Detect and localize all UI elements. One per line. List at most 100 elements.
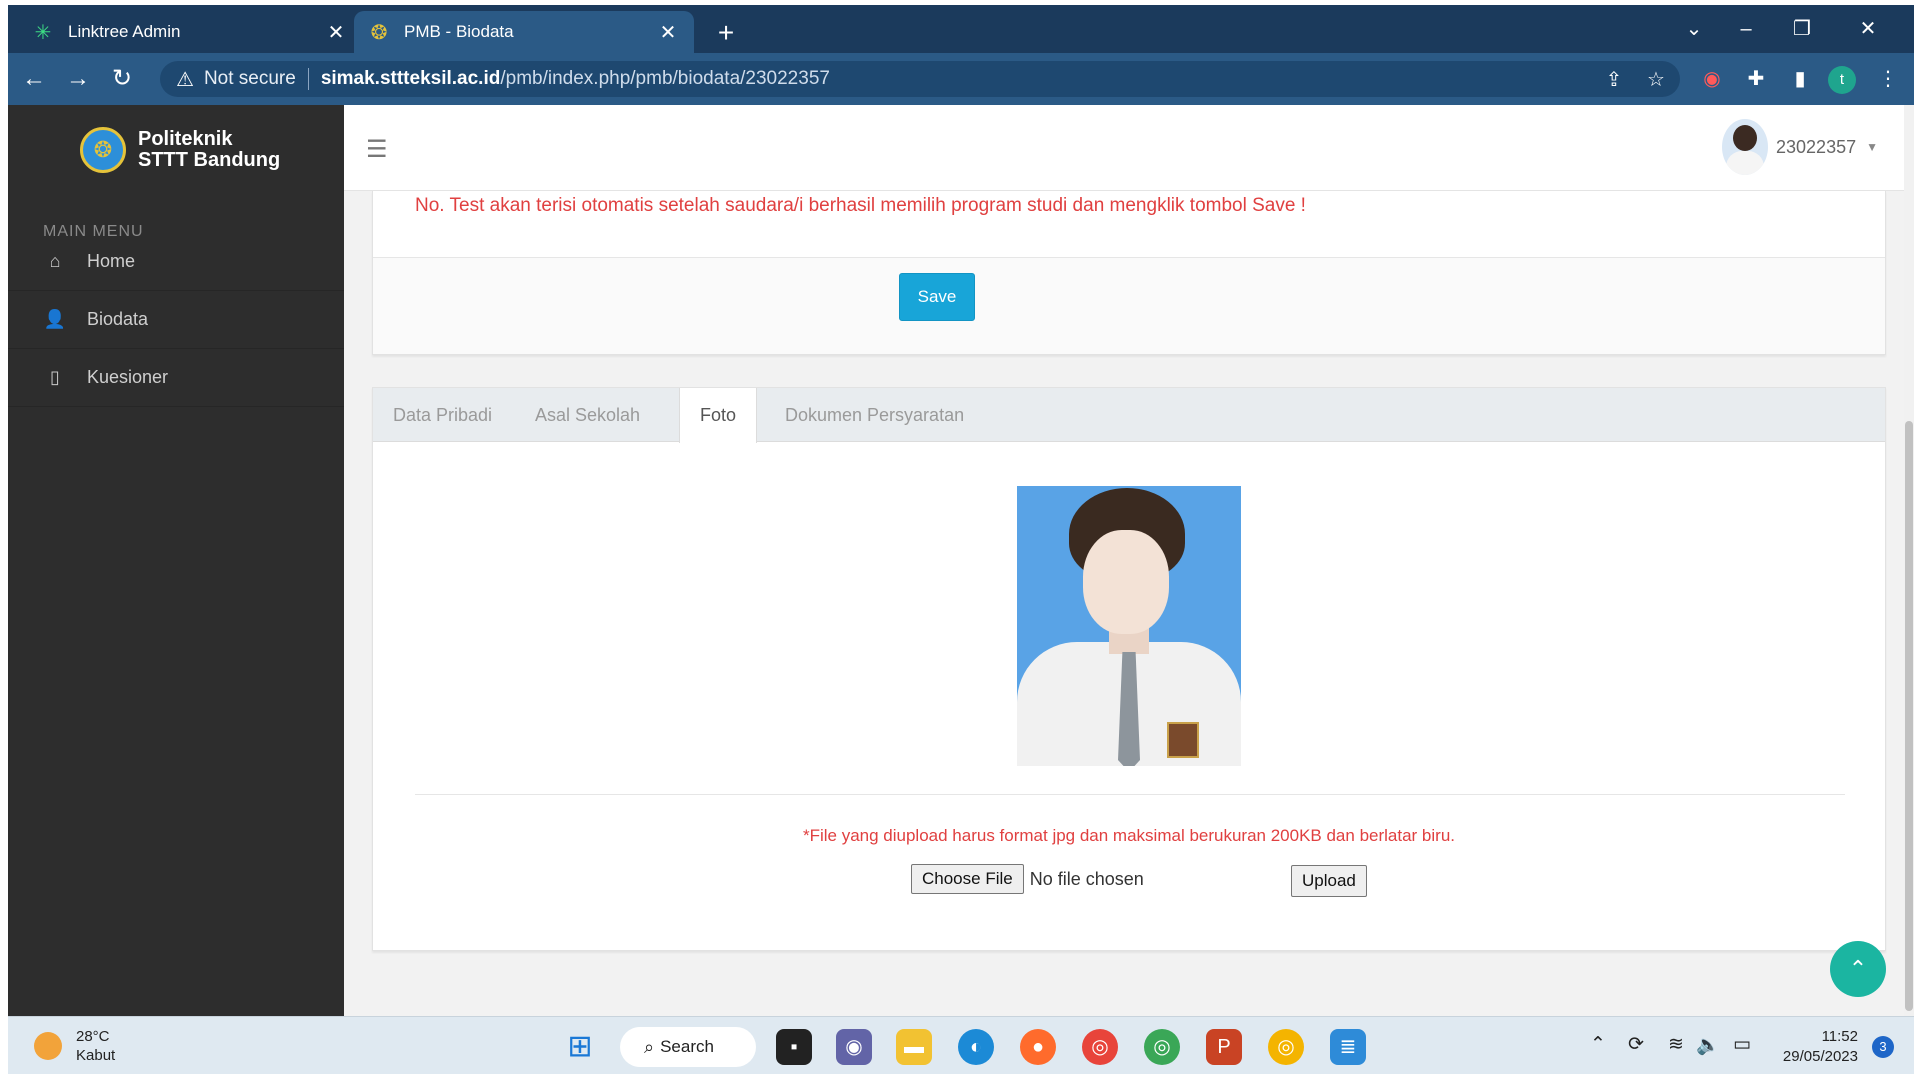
file-explorer-icon[interactable]: ▬ xyxy=(896,1029,932,1065)
divider xyxy=(415,794,1845,795)
restore-icon[interactable]: ❐ xyxy=(1780,11,1824,47)
security-label: Not secure xyxy=(203,68,296,89)
new-tab-icon[interactable]: + xyxy=(708,15,744,51)
sidebar-item-label: Kuesioner xyxy=(87,367,169,387)
avatar xyxy=(1722,119,1769,175)
tab-foto[interactable]: Foto xyxy=(679,388,758,443)
search-label: Search xyxy=(660,1037,714,1056)
file-input[interactable]: Choose File No file chosen xyxy=(911,864,1144,894)
save-button[interactable]: Save xyxy=(899,273,975,321)
side-panel-icon[interactable]: ▮ xyxy=(1784,63,1816,95)
page-scrollbar[interactable] xyxy=(1904,105,1914,1016)
notification-badge[interactable]: 3 xyxy=(1872,1036,1894,1058)
tab-data-pribadi[interactable]: Data Pribadi xyxy=(373,388,512,442)
tab-search-icon[interactable]: ⌄ xyxy=(1672,11,1716,47)
close-icon[interactable]: ✕ xyxy=(324,20,348,45)
volume-icon[interactable]: 🔈 xyxy=(1694,1033,1722,1057)
chat-icon[interactable]: ◉ xyxy=(836,1029,872,1065)
bookmark-star-icon[interactable]: ☆ xyxy=(1642,67,1670,92)
close-icon[interactable]: ✕ xyxy=(656,20,680,45)
profile-photo xyxy=(1017,486,1241,766)
warning-icon: ⚠ xyxy=(176,68,194,91)
document-icon: ▯ xyxy=(50,367,60,387)
wifi-icon[interactable]: ≋ xyxy=(1662,1033,1690,1056)
profile-avatar[interactable]: t xyxy=(1828,66,1856,94)
task-view-icon[interactable]: ▪ xyxy=(776,1029,812,1065)
menu-toggle-icon[interactable]: ☰ xyxy=(366,135,392,164)
url-domain: simak.sttteksil.ac.id xyxy=(320,68,501,89)
tab-dokumen-persyaratan[interactable]: Dokumen Persyaratan xyxy=(765,388,984,442)
tray-chevron-icon[interactable]: ⌃ xyxy=(1584,1033,1612,1056)
caret-down-icon: ▼ xyxy=(1866,140,1878,154)
back-icon[interactable]: ← xyxy=(16,61,52,97)
windows-start-icon[interactable]: ⊞ xyxy=(562,1029,598,1065)
minimize-icon[interactable]: – xyxy=(1724,11,1768,47)
sync-icon[interactable]: ⟳ xyxy=(1622,1033,1650,1056)
weather-icon xyxy=(34,1032,62,1060)
browser-menu-icon[interactable]: ⋮ xyxy=(1872,63,1904,95)
file-status: No file chosen xyxy=(1029,868,1144,889)
logo-icon: ❂ xyxy=(80,127,126,173)
battery-icon[interactable]: ▭ xyxy=(1728,1033,1756,1056)
brand-line-2: STTT Bandung xyxy=(138,149,281,171)
sidebar-item-home[interactable]: ⌂ Home xyxy=(8,233,344,291)
choose-file-button[interactable]: Choose File xyxy=(911,864,1024,894)
extension-red-icon[interactable]: ◉ xyxy=(1696,63,1728,95)
temperature: 28°C xyxy=(76,1028,110,1045)
chrome-alt-icon[interactable]: ◎ xyxy=(1268,1029,1304,1065)
taskbar-search[interactable]: ⌕ Search xyxy=(620,1027,756,1067)
share-icon[interactable]: ⇪ xyxy=(1600,67,1628,92)
browser-tab-strip: ✳ Linktree Admin ✕ ❂ PMB - Biodata ✕ + ⌄… xyxy=(8,5,1914,53)
weather-condition: Kabut xyxy=(76,1047,116,1064)
window-close-icon[interactable]: ✕ xyxy=(1846,11,1890,47)
home-icon: ⌂ xyxy=(49,251,61,271)
tab-title: PMB - Biodata xyxy=(404,22,514,41)
address-bar[interactable]: ⚠ Not secure simak.sttteksil.ac.id /pmb/… xyxy=(160,61,1680,97)
sidebar-item-kuesioner[interactable]: ▯ Kuesioner xyxy=(8,349,344,407)
scroll-to-top-button[interactable]: ⌃ xyxy=(1830,941,1886,997)
panel-footer xyxy=(373,258,1885,354)
tab-title: Linktree Admin xyxy=(68,22,181,41)
url-path: /pmb/index.php/pmb/biodata/23022357 xyxy=(500,68,830,89)
notice-panel: No. Test akan terisi otomatis setelah sa… xyxy=(372,191,1886,355)
tabs-panel: Data Pribadi Asal Sekolah Foto Dokumen P… xyxy=(372,387,1886,951)
stt-favicon: ❂ xyxy=(370,21,388,44)
tab-asal-sekolah[interactable]: Asal Sekolah xyxy=(515,388,660,442)
tab-nav: Data Pribadi Asal Sekolah Foto Dokumen P… xyxy=(373,388,1885,443)
firefox-icon[interactable]: ● xyxy=(1020,1029,1056,1065)
linktree-icon: ✳ xyxy=(34,21,52,44)
browser-tab-biodata[interactable]: ❂ PMB - Biodata ✕ xyxy=(354,11,694,53)
powerpoint-icon[interactable]: P xyxy=(1206,1029,1242,1065)
clock-time: 11:52 xyxy=(1821,1028,1858,1045)
clock-date: 29/05/2023 xyxy=(1782,1048,1858,1065)
chrome-profile-icon[interactable]: ◎ xyxy=(1144,1029,1180,1065)
brand-text: Politeknik STTT Bandung xyxy=(138,129,280,171)
main-content: No. Test akan terisi otomatis setelah sa… xyxy=(344,191,1914,1016)
forward-icon[interactable]: → xyxy=(60,61,96,97)
notepad-icon[interactable]: ≣ xyxy=(1330,1029,1366,1065)
browser-tab-linktree[interactable]: ✳ Linktree Admin ✕ xyxy=(18,11,362,53)
notice-text: No. Test akan terisi otomatis setelah sa… xyxy=(415,195,1306,216)
sidebar: ❂ Politeknik STTT Bandung MAIN MENU ⌂ Ho… xyxy=(8,105,344,1016)
windows-taskbar: 28°C Kabut ⊞ ⌕ Search ▪ ◉ ▬ ◐ ● ◎ ◎ P ◎ … xyxy=(8,1016,1914,1074)
sidebar-item-label: Home xyxy=(87,251,136,271)
top-header: ☰ 23022357 ▼ xyxy=(344,105,1914,191)
school-badge xyxy=(1167,722,1199,758)
edge-icon[interactable]: ◐ xyxy=(958,1029,994,1065)
upload-button[interactable]: Upload xyxy=(1291,865,1367,897)
user-menu[interactable]: 23022357 ▼ xyxy=(1722,119,1878,175)
clock[interactable]: 11:52 29/05/2023 xyxy=(1762,1027,1858,1067)
weather-widget[interactable]: 28°C Kabut xyxy=(34,1027,115,1065)
extensions-puzzle-icon[interactable]: ✚ xyxy=(1740,63,1772,95)
divider xyxy=(307,68,309,90)
search-icon: ⌕ xyxy=(644,1036,655,1057)
brand[interactable]: ❂ Politeknik STTT Bandung xyxy=(80,127,280,173)
screen: ✳ Linktree Admin ✕ ❂ PMB - Biodata ✕ + ⌄… xyxy=(8,5,1914,1074)
scrollbar-thumb[interactable] xyxy=(1905,421,1913,1011)
sidebar-item-biodata[interactable]: 👤 Biodata xyxy=(8,291,344,349)
upload-requirement-note: *File yang diupload harus format jpg dan… xyxy=(802,826,1456,845)
chrome-icon[interactable]: ◎ xyxy=(1082,1029,1118,1065)
sidebar-item-label: Biodata xyxy=(87,309,149,329)
username: 23022357 xyxy=(1776,136,1857,157)
reload-icon[interactable]: ↻ xyxy=(104,61,140,97)
